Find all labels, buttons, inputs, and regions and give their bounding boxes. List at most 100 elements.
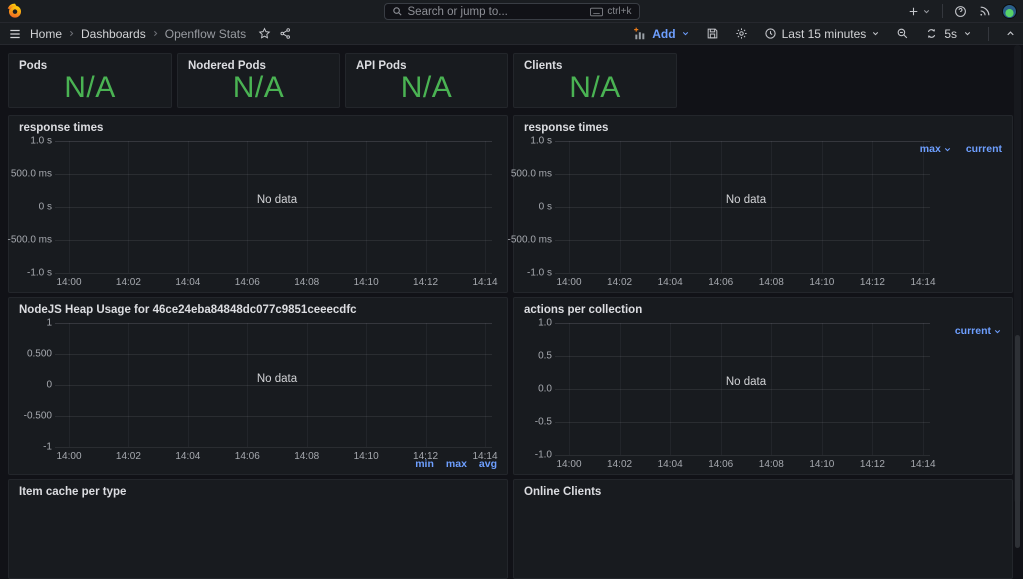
y-axis-tick-label: -500.0 ms	[507, 234, 552, 246]
zoom-out-icon[interactable]	[896, 27, 909, 40]
search-icon	[392, 7, 402, 16]
refresh-icon	[928, 28, 936, 39]
x-axis-tick-label: 14:10	[353, 451, 379, 462]
scrollbar-thumb[interactable]	[1015, 335, 1020, 548]
panel-title[interactable]: actions per collection	[514, 298, 1012, 318]
gridline-vertical	[485, 141, 486, 273]
y-axis-tick-label: 0.0	[538, 383, 552, 395]
x-axis-tick-label: 14:08	[758, 459, 784, 470]
gridline-vertical	[720, 323, 722, 455]
gridline-horizontal	[555, 174, 930, 175]
chart-plot: 1.0 s 500.0 ms 0 s -500.0 ms -1.0 s 14:00 14:0…	[508, 136, 936, 289]
new-menu-button[interactable]	[907, 5, 931, 18]
grafana-logo[interactable]	[7, 3, 23, 19]
panel-title[interactable]: Online Clients	[514, 480, 1012, 500]
x-axis-tick-label: 14:02	[115, 451, 141, 462]
chevron-down-icon	[994, 329, 1001, 333]
gridline-vertical	[872, 141, 874, 273]
no-data-message: No data	[256, 372, 298, 385]
collapse-toolbar-icon[interactable]	[1005, 28, 1016, 39]
no-data-message: No data	[725, 376, 767, 389]
dashboard-toolbar: Home Dashboards Openflow Stats Add Last …	[0, 23, 1023, 45]
gridline-vertical	[69, 323, 70, 447]
x-axis-tick-label: 14:12	[859, 459, 885, 470]
gridline-vertical	[821, 323, 823, 455]
y-axis-tick-label: 0.5	[538, 350, 552, 362]
no-data-message: No data	[725, 194, 767, 207]
x-axis-tick-label: 14:06	[234, 451, 260, 462]
gridline-vertical	[771, 141, 773, 273]
gridline-vertical	[247, 141, 249, 273]
chevron-down-icon	[923, 9, 930, 13]
panel-response-times-left: response times 1.0 s 500.0 ms 0 s -500.0 ms…	[8, 115, 508, 293]
gridline-vertical	[306, 141, 308, 273]
search-input[interactable]: Search or jump to... ctrl+k	[383, 3, 640, 20]
help-icon	[955, 5, 966, 17]
chevron-right-icon	[153, 30, 158, 37]
add-panel-button[interactable]: Add	[633, 27, 689, 41]
menu-hamburger-icon[interactable]	[8, 27, 22, 41]
gridline-vertical	[821, 141, 823, 273]
panel-stat-api-pods: API Pods N/A	[345, 53, 508, 108]
keyboard-icon	[590, 7, 604, 16]
help-button[interactable]	[954, 5, 967, 18]
refresh-interval-label: 5s	[944, 26, 957, 41]
gridline-vertical	[923, 323, 924, 455]
no-data-message: No data	[256, 194, 298, 207]
breadcrumb-dashboards[interactable]: Dashboards	[81, 27, 146, 41]
y-axis-tick-label: -1.0 s	[526, 267, 552, 279]
chevron-down-icon	[944, 147, 950, 151]
star-icon[interactable]	[258, 27, 271, 40]
gridline-vertical	[128, 141, 130, 273]
user-avatar[interactable]	[1002, 3, 1017, 19]
breadcrumb-home[interactable]: Home	[30, 27, 62, 41]
save-dashboard-icon[interactable]	[706, 27, 719, 40]
panel-stat-clients: Clients N/A	[513, 53, 677, 108]
panel-title[interactable]: Item cache per type	[9, 480, 507, 500]
plus-icon	[909, 7, 918, 15]
gridline-vertical	[569, 323, 570, 455]
x-axis-tick-label: 14:10	[809, 277, 835, 288]
chart-plot: 1 0.500 0 -0.500 -1 14:00 14:02 14:04 14:06 14:08…	[24, 318, 498, 463]
panel-title[interactable]: NodeJS Heap Usage for 46ce24eba84848dc07…	[9, 298, 507, 318]
gridline-vertical	[247, 323, 249, 447]
x-axis-tick-label: 14:00	[556, 277, 582, 288]
y-axis-tick-label: 0	[46, 379, 52, 391]
gridline-vertical	[128, 323, 130, 447]
x-axis-tick-label: 14:02	[607, 459, 633, 470]
x-axis-tick-label: 14:10	[353, 277, 379, 288]
x-axis-tick-label: 14:04	[657, 277, 683, 288]
stat-value: N/A	[232, 70, 285, 104]
news-button[interactable]	[978, 5, 991, 18]
legend-current[interactable]: current	[966, 143, 1002, 155]
panel-title[interactable]: response times	[514, 116, 1012, 136]
legend-avg[interactable]: avg	[479, 458, 497, 470]
vertical-scrollbar[interactable]	[1014, 45, 1021, 548]
gridline-vertical	[720, 141, 722, 273]
panel-response-times-right: response times 1.0 s 500.0 ms 0 s -500.0 ms…	[508, 115, 1013, 293]
time-range-picker[interactable]: Last 15 minutes	[764, 27, 881, 41]
gridline-vertical	[485, 323, 486, 447]
panel-online-clients: Online Clients	[513, 479, 1013, 579]
refresh-picker[interactable]: 5s	[925, 27, 972, 41]
gridline-vertical	[923, 141, 924, 273]
add-panel-icon	[634, 27, 645, 39]
dashboard-grid: Pods N/A Nodered Pods N/A API Pods N/A C…	[0, 45, 1023, 579]
legend-current[interactable]: current	[955, 325, 1002, 337]
legend-max[interactable]: max	[920, 143, 952, 155]
y-axis-tick-label: 1	[46, 317, 52, 329]
search-placeholder: Search or jump to...	[407, 5, 508, 18]
gridline-vertical	[425, 141, 427, 273]
y-axis-tick-label: 0 s	[538, 201, 552, 213]
panel-title[interactable]: response times	[9, 116, 507, 136]
share-icon[interactable]	[279, 27, 292, 40]
search-shortcut: ctrl+k	[590, 6, 632, 17]
stat-value: N/A	[569, 70, 621, 104]
gridline-vertical	[366, 141, 368, 273]
legend-min[interactable]: min	[415, 458, 434, 470]
breadcrumb-current-dashboard[interactable]: Openflow Stats	[165, 27, 246, 41]
legend-max[interactable]: max	[446, 458, 467, 470]
settings-gear-icon[interactable]	[735, 27, 748, 40]
gridline-vertical	[306, 323, 308, 447]
chevron-down-icon	[682, 32, 688, 36]
